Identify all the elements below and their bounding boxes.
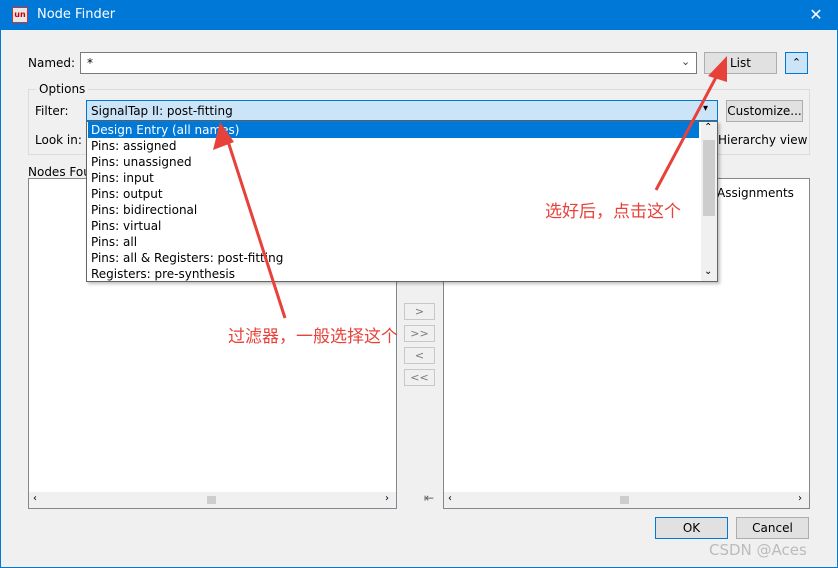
annotation-arrows <box>213 56 727 319</box>
list-annotation-text: 选好后，点击这个 <box>545 202 681 222</box>
watermark: CSDN @Aces <box>709 541 807 559</box>
list-arrow-line <box>654 65 724 191</box>
filter-arrow-line <box>223 131 287 319</box>
list-arrow-head <box>708 56 727 82</box>
filter-annotation-text: 过滤器，一般选择这个 <box>228 327 398 347</box>
